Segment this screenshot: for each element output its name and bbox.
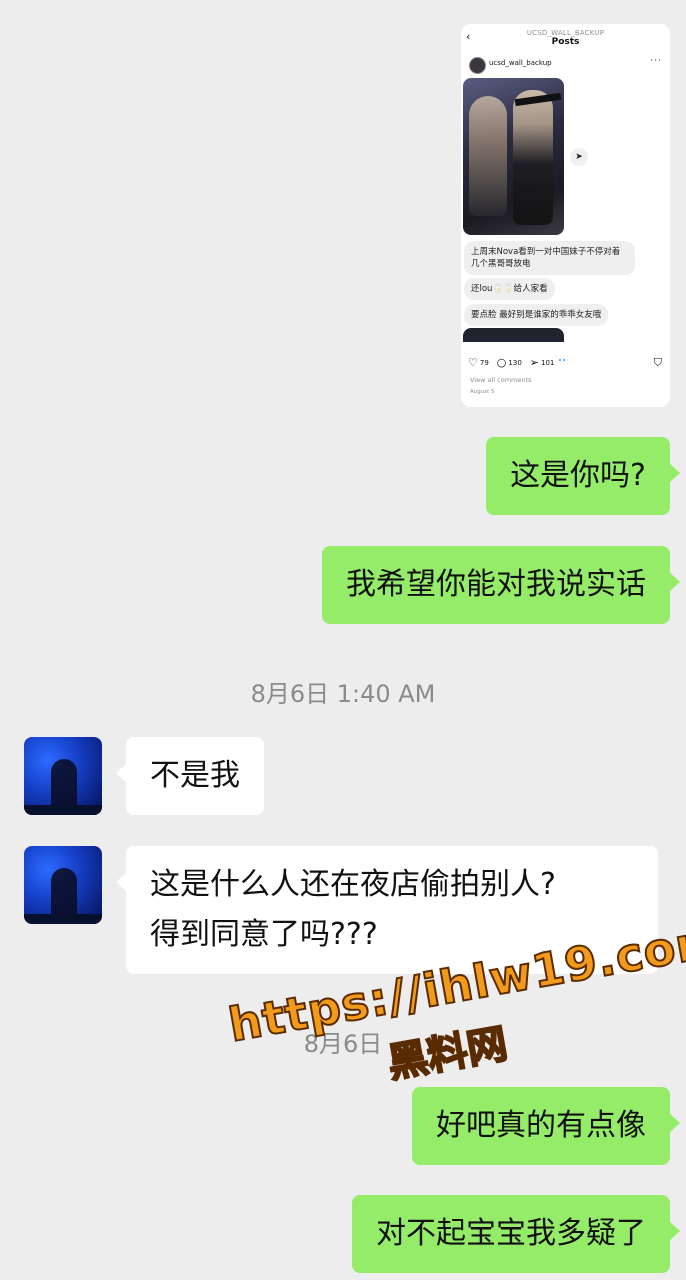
comment-icon[interactable]: ○ [497,356,507,369]
contact-avatar[interactable] [24,737,102,815]
shared-post-card[interactable]: ‹ UCSD_WALL_BACKUP Posts ucsd_wall_backu… [461,24,670,407]
post-page-title: Posts [551,37,580,47]
photo-figure-right [513,90,553,225]
message-bubble-them[interactable]: 这是什么人还在夜店偷拍别人? 得到同意了吗??? [116,846,658,974]
post-comment-3: 要点脸 最好别是谁家的乖乖女友哦 [464,304,609,326]
post-date: August 5 [470,389,495,395]
message-timestamp: 8月6日 [303,1030,383,1058]
post-next-photo-thumb [463,328,564,342]
heart-icon[interactable]: ♡ [468,356,478,369]
carousel-dots [559,346,573,361]
post-action-bar: ♡ 79 ○ 130 ➢ 101 [468,356,562,369]
bookmark-icon[interactable]: ⛉ [654,356,662,370]
message-bubble-them[interactable]: 不是我 [116,737,264,815]
message-timestamp: 8月6日 1:40 AM [250,680,436,708]
message-bubble-me[interactable]: 对不起宝宝我多疑了 [352,1195,680,1273]
contact-avatar[interactable] [24,846,102,924]
comment-count: 130 [508,358,522,367]
share-icon[interactable]: ➢ [530,356,539,369]
view-all-comments-link[interactable]: View all comments [470,376,531,384]
post-photo[interactable] [463,78,564,235]
send-icon[interactable]: ➤ [570,148,588,166]
post-avatar[interactable] [469,57,486,74]
like-count: 79 [479,358,489,367]
message-bubble-me[interactable]: 我希望你能对我说实话 [322,546,680,624]
message-line: 这是什么人还在夜店偷拍别人? [150,867,556,902]
post-account-header: UCSD_WALL_BACKUP [526,29,605,37]
photo-figure-left [469,96,507,216]
message-line: 得到同意了吗??? [150,917,378,952]
ellipsis-icon[interactable]: ··· [650,56,662,66]
post-username[interactable]: ucsd_wall_backup [489,59,552,67]
message-bubble-me[interactable]: 这是你吗? [486,437,680,515]
post-comment-1: 上周末Nova看到一对中国妹子不停对着几个黑哥哥放电 [464,241,635,275]
share-count: 101 [541,358,555,367]
post-comment-2: 还lou🥛🥛给人家看 [464,278,555,300]
message-bubble-me[interactable]: 好吧真的有点像 [412,1087,680,1165]
